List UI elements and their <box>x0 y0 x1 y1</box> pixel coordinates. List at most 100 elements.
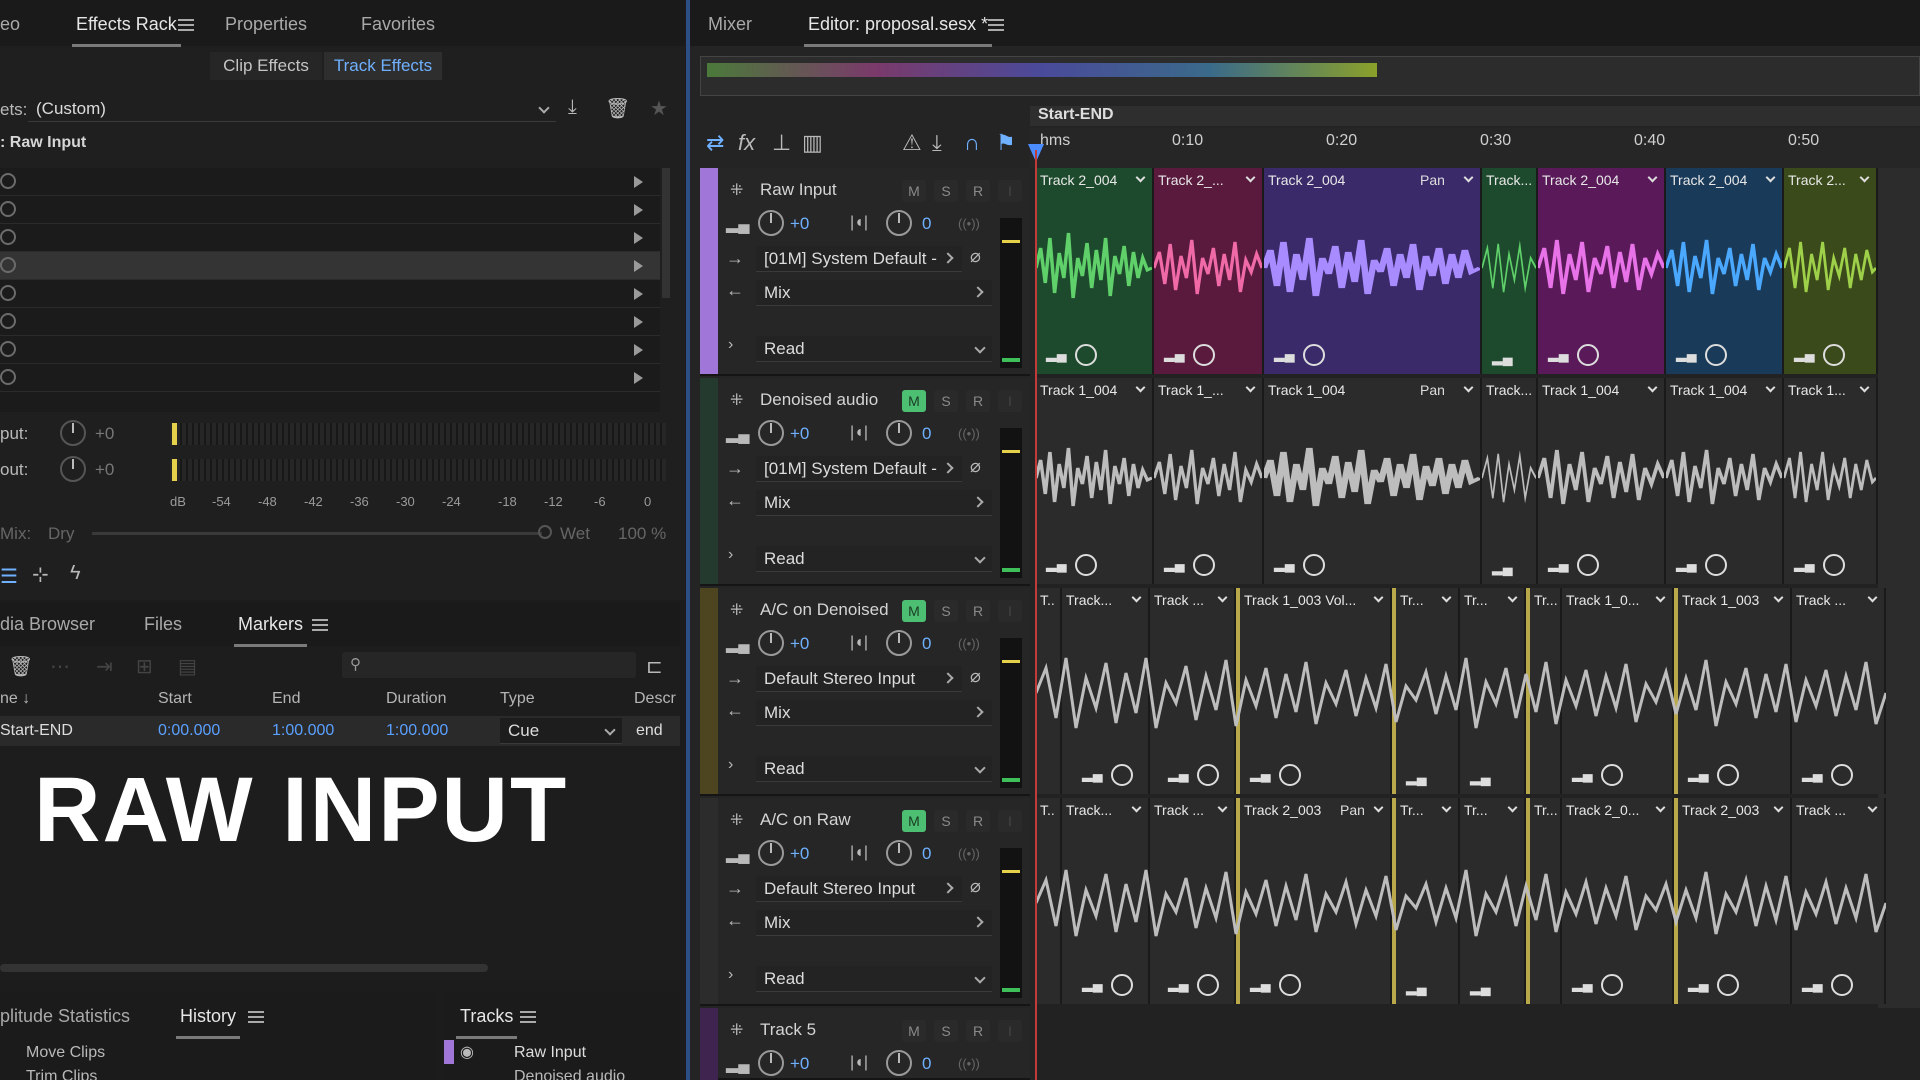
chevron-down-icon[interactable] <box>1773 592 1784 603</box>
marker-row[interactable]: Start-END 0:00.000 1:00.000 1:00.000 Cue… <box>0 716 680 746</box>
clip-fx-icon[interactable] <box>1278 974 1301 996</box>
effect-slot[interactable] <box>0 224 660 252</box>
track-output-select[interactable]: Mix <box>756 700 992 726</box>
track-header[interactable]: ⁜ Denoised audio M S R I ▂▄ +0 |◖| 0 ((•… <box>700 378 1030 586</box>
audio-clip[interactable]: Track 2_004 Pan ▂▄ <box>1264 168 1482 374</box>
history-item[interactable]: Trim Clips <box>26 1068 97 1080</box>
mute-button[interactable]: M <box>902 180 926 202</box>
chevron-down-icon[interactable] <box>1245 382 1256 393</box>
chevron-down-icon[interactable] <box>1135 172 1146 183</box>
clip-fx-icon[interactable] <box>1830 764 1853 786</box>
clip-fx-icon[interactable] <box>1302 554 1325 576</box>
input-knob[interactable] <box>60 420 86 446</box>
monitor-button[interactable]: I <box>998 810 1022 832</box>
track-list-item[interactable]: Raw Input <box>514 1044 586 1062</box>
solo-button[interactable]: S <box>934 1020 958 1042</box>
drag-handle-icon[interactable]: ⁜ <box>730 1020 743 1040</box>
chevron-down-icon[interactable] <box>1647 382 1658 393</box>
col-duration[interactable]: Duration <box>386 690 446 708</box>
mute-button[interactable]: M <box>902 600 926 622</box>
monitor-button[interactable]: I <box>998 600 1022 622</box>
clip-fx-icon[interactable] <box>1302 344 1325 366</box>
chevron-down-icon[interactable] <box>1655 802 1666 813</box>
monitor-button[interactable]: I <box>998 390 1022 412</box>
clip-fx-icon[interactable] <box>1600 764 1623 786</box>
chevron-down-icon[interactable] <box>1463 382 1474 393</box>
menu-icon[interactable] <box>520 1011 536 1023</box>
eq-icon[interactable]: ▥ <box>802 130 823 156</box>
mix-slider[interactable] <box>92 532 542 535</box>
snap-magnet-icon[interactable]: ∩ <box>964 130 980 156</box>
export-icon[interactable]: ⊞ <box>136 654 153 679</box>
tab-effects-rack[interactable]: Effects Rack <box>72 14 181 47</box>
record-button[interactable]: R <box>966 180 990 202</box>
menu-icon[interactable] <box>988 19 1004 31</box>
expand-icon[interactable]: › <box>728 336 733 354</box>
chevron-down-icon[interactable] <box>1217 802 1228 813</box>
output-knob[interactable] <box>60 456 86 482</box>
monitor-button[interactable]: I <box>998 180 1022 202</box>
phase-icon[interactable]: ⌀ <box>970 246 981 267</box>
audio-clip[interactable]: Track 1... ▂▄ <box>1784 378 1878 584</box>
automation-select[interactable]: Read <box>756 756 992 782</box>
effect-slot-selected[interactable] <box>0 252 660 280</box>
solo-button[interactable]: S <box>934 600 958 622</box>
power-icon[interactable] <box>0 369 16 385</box>
automation-select[interactable]: Read <box>756 336 992 362</box>
phase-icon[interactable]: ⌀ <box>970 876 981 897</box>
clip-fx-icon[interactable] <box>1278 764 1301 786</box>
record-button[interactable]: R <box>966 810 990 832</box>
drag-handle-icon[interactable]: ⁜ <box>730 390 743 410</box>
clip-fx-icon[interactable] <box>1822 554 1845 576</box>
chevron-down-icon[interactable] <box>1441 802 1452 813</box>
pan-knob[interactable] <box>886 1050 912 1076</box>
range-bar[interactable] <box>1030 106 1920 126</box>
effect-slot[interactable] <box>0 168 660 196</box>
audio-clip[interactable]: Track 1_004 Pan ▂▄ <box>1264 378 1482 584</box>
drag-handle-icon[interactable]: ⁜ <box>730 180 743 200</box>
triangle-right-icon[interactable] <box>634 288 643 300</box>
chevron-down-icon[interactable] <box>1655 592 1666 603</box>
volume-knob[interactable] <box>758 840 784 866</box>
effect-slot[interactable] <box>0 336 660 364</box>
tab-video[interactable]: eo <box>0 14 20 35</box>
clip-fx-icon[interactable] <box>1576 554 1599 576</box>
merge-icon[interactable]: ⋯ <box>50 654 70 679</box>
menu-icon[interactable] <box>248 1011 264 1023</box>
horizontal-scrollbar[interactable] <box>0 964 488 972</box>
clip-fx-icon[interactable] <box>1704 344 1727 366</box>
volume-value[interactable]: +0 <box>790 1054 809 1074</box>
power-icon[interactable] <box>0 201 16 217</box>
clip-fx-icon[interactable] <box>1830 974 1853 996</box>
pan-value[interactable]: 0 <box>922 424 931 444</box>
chevron-down-icon[interactable] <box>1131 592 1142 603</box>
chevron-down-icon[interactable] <box>1135 382 1146 393</box>
clip-fx-icon[interactable] <box>1110 764 1133 786</box>
marker-start[interactable]: 0:00.000 <box>158 722 220 740</box>
presets-select[interactable]: (Custom) <box>28 96 556 122</box>
power-icon[interactable] <box>0 285 16 301</box>
triangle-right-icon[interactable] <box>634 372 643 384</box>
clip-fx-icon[interactable] <box>1196 974 1219 996</box>
insert-icon[interactable]: ⊹ <box>32 562 49 587</box>
track-list-item[interactable]: Denoised audio <box>514 1068 625 1080</box>
record-button[interactable]: R <box>966 600 990 622</box>
clip-fx-icon[interactable] <box>1600 974 1623 996</box>
audio-clip[interactable]: Track 1_004 ▂▄ <box>1538 378 1666 584</box>
audio-clip[interactable]: Track 1_... ▂▄ <box>1154 378 1264 584</box>
clip-fx-icon[interactable] <box>1074 554 1097 576</box>
overview-bar[interactable] <box>700 56 1920 96</box>
chevron-down-icon[interactable] <box>1373 592 1384 603</box>
solo-button[interactable]: S <box>934 390 958 412</box>
effect-slot[interactable] <box>0 280 660 308</box>
audio-clip[interactable]: Track 2_004 ▂▄ <box>1036 168 1154 374</box>
effect-slot[interactable] <box>0 308 660 336</box>
ruler[interactable] <box>1030 128 1920 168</box>
tab-favorites[interactable]: Favorites <box>361 14 435 35</box>
triangle-right-icon[interactable] <box>634 260 643 272</box>
menu-icon[interactable] <box>312 619 328 631</box>
clip-fx-icon[interactable] <box>1822 344 1845 366</box>
filter-icon[interactable]: ⊏ <box>646 654 663 679</box>
marker-end[interactable]: 1:00.000 <box>272 722 334 740</box>
chevron-down-icon[interactable] <box>1765 382 1776 393</box>
